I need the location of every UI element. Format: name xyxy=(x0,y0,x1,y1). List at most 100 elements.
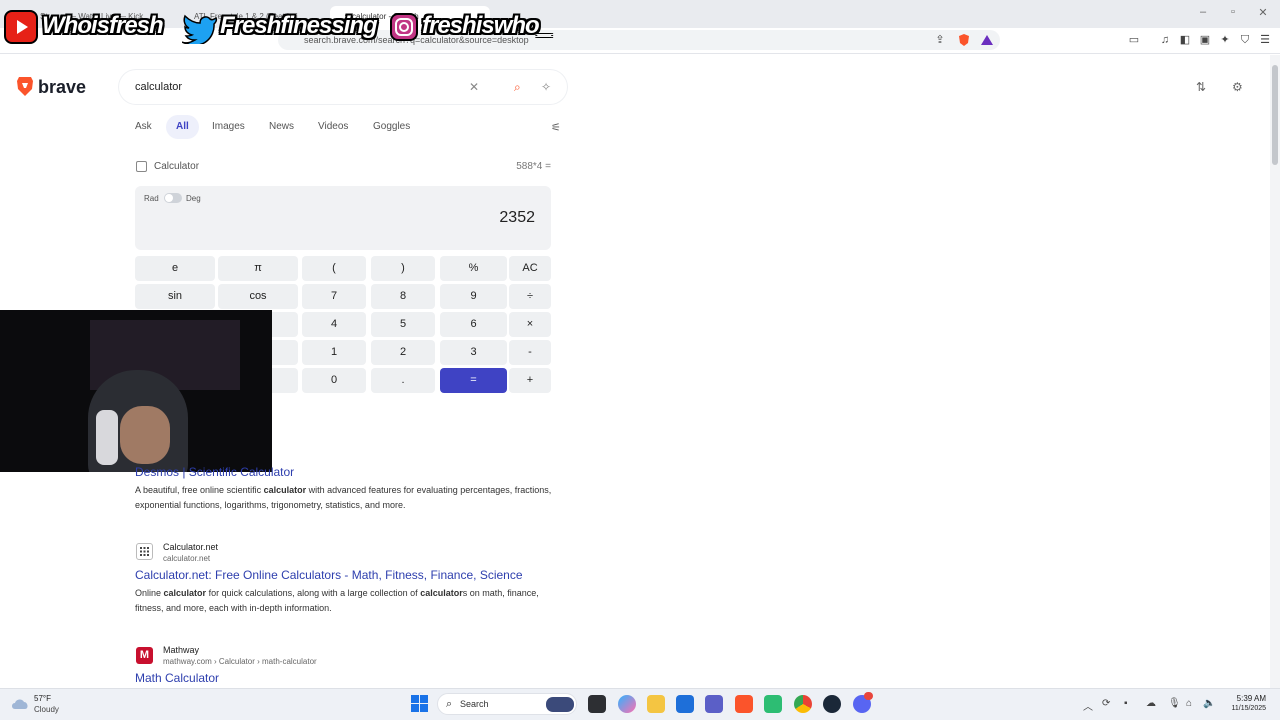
leo-ai-icon[interactable]: ✦ xyxy=(1218,33,1232,47)
teams-icon[interactable] xyxy=(705,695,723,713)
volume-icon[interactable]: 🔈 xyxy=(1203,698,1215,709)
network-icon[interactable]: ⌂ xyxy=(1186,698,1192,709)
calc-key[interactable]: ( xyxy=(302,256,366,281)
reader-icon[interactable]: ◧ xyxy=(1178,33,1192,47)
twitter-icon xyxy=(181,14,218,49)
result-desc-calculator-net: Online calculator for quick calculations… xyxy=(135,588,539,613)
youtube-icon xyxy=(4,10,38,44)
kick-app-icon[interactable] xyxy=(764,695,782,713)
search-icon[interactable]: ⌕ xyxy=(514,80,521,95)
result-title-mathway[interactable]: Math Calculator xyxy=(135,671,219,685)
youtube-handle: Whoisfresh xyxy=(42,12,164,39)
clock-time[interactable]: 5:39 AM xyxy=(1230,694,1266,703)
task-view-icon[interactable] xyxy=(588,695,606,713)
onedrive-icon[interactable]: ☁ xyxy=(1146,698,1156,709)
webcam-overlay xyxy=(0,310,272,472)
calc-key[interactable]: . xyxy=(371,368,435,393)
result-desc-desmos: A beautiful, free online scientific calc… xyxy=(135,485,552,510)
calc-key[interactable]: 0 xyxy=(302,368,366,393)
tab-videos[interactable]: Videos xyxy=(318,121,348,135)
rad-label: Rad xyxy=(144,194,159,203)
vpn-shield-icon[interactable]: ⛉ xyxy=(1238,33,1252,47)
tab-all[interactable]: All xyxy=(176,121,189,135)
brave-lion-icon xyxy=(17,77,33,96)
copilot-icon[interactable] xyxy=(618,695,636,713)
page-scrollbar[interactable] xyxy=(1270,55,1280,688)
tab-images[interactable]: Images xyxy=(212,121,245,135)
wallet-icon[interactable]: ▣ xyxy=(1198,33,1212,47)
calc-key[interactable]: 2 xyxy=(371,340,435,365)
deg-label: Deg xyxy=(186,194,201,203)
calc-key[interactable]: π xyxy=(218,256,298,281)
calc-key[interactable]: sin xyxy=(135,284,215,309)
calc-key[interactable]: % xyxy=(440,256,507,281)
calc-key[interactable]: 1 xyxy=(302,340,366,365)
instagram-handle: freshiswho_ xyxy=(422,12,552,39)
discord-badge xyxy=(864,692,873,700)
search-input[interactable]: calculator ✕ ⌕ ✧ xyxy=(119,70,567,104)
taskbar-search[interactable]: ⌕ Search xyxy=(437,693,577,715)
result-url-mathway[interactable]: mathway.com › Calculator › math-calculat… xyxy=(163,657,317,666)
microphone-icon[interactable]: 🎙 xyxy=(1168,698,1181,709)
calc-key[interactable]: 3 xyxy=(440,340,507,365)
file-explorer-icon[interactable] xyxy=(647,695,665,713)
sidebar-panel-icon[interactable]: ▭ xyxy=(1127,33,1141,47)
music-icon[interactable]: ♫ xyxy=(1158,33,1172,47)
tab-goggles[interactable]: Goggles xyxy=(373,121,410,135)
cloud-weather-icon[interactable] xyxy=(10,695,30,716)
result-title-desmos[interactable]: Desmos | Scientific Calculator xyxy=(135,465,294,479)
search-query: calculator xyxy=(135,81,183,93)
tray-app-icon[interactable]: ▪ xyxy=(1124,698,1128,709)
calc-key[interactable]: 9 xyxy=(440,284,507,309)
twitter-handle: Freshfinessing xyxy=(220,12,378,39)
result-title-calculator-net[interactable]: Calculator.net: Free Online Calculators … xyxy=(135,568,523,582)
calc-key[interactable]: 5 xyxy=(371,312,435,337)
filters-icon[interactable]: ⚟ xyxy=(551,121,561,135)
calc-key[interactable]: ÷ xyxy=(509,284,551,309)
maximize-icon[interactable]: ▫ xyxy=(1223,6,1243,18)
calc-key[interactable]: - xyxy=(509,340,551,365)
sync-icon[interactable]: ⟳ xyxy=(1102,698,1110,709)
calc-key[interactable]: + xyxy=(509,368,551,393)
result-url-calculator-net[interactable]: calculator.net xyxy=(163,554,210,563)
calc-key[interactable]: AC xyxy=(509,256,551,281)
calc-key[interactable]: ) xyxy=(371,256,435,281)
clock-date[interactable]: 11/15/2025 xyxy=(1220,705,1266,712)
minimize-icon[interactable]: – xyxy=(1193,6,1213,18)
scrollbar-thumb[interactable] xyxy=(1272,65,1278,165)
tray-overflow-icon[interactable]: ︿ xyxy=(1083,698,1093,713)
calculator-title: Calculator xyxy=(154,161,200,172)
calc-key[interactable]: 6 xyxy=(440,312,507,337)
calc-key[interactable]: = xyxy=(440,368,507,393)
steam-icon[interactable] xyxy=(823,695,841,713)
settings-gear-icon[interactable]: ⚙ xyxy=(1232,80,1243,94)
calc-key[interactable]: e xyxy=(135,256,215,281)
sort-icon[interactable]: ⇅ xyxy=(1196,80,1206,94)
ask-ai-icon[interactable]: ✧ xyxy=(541,80,551,94)
chrome-icon[interactable] xyxy=(794,695,812,713)
calc-key[interactable]: 8 xyxy=(371,284,435,309)
search-highlight-icon xyxy=(546,697,574,712)
calc-key[interactable]: 4 xyxy=(302,312,366,337)
share-icon[interactable]: ⇪ xyxy=(933,33,947,47)
taskbar-search-icon: ⌕ xyxy=(446,698,453,710)
brave-shields-icon[interactable] xyxy=(957,33,971,47)
hood-print xyxy=(96,410,118,465)
calculator-icon xyxy=(136,161,147,172)
close-window-icon[interactable]: ✕ xyxy=(1253,6,1273,19)
brave-rewards-icon[interactable] xyxy=(980,33,994,47)
calc-key[interactable]: × xyxy=(509,312,551,337)
brave-taskbar-icon[interactable] xyxy=(735,695,753,713)
instagram-icon xyxy=(390,13,418,41)
windows-start-icon[interactable] xyxy=(411,695,428,717)
microsoft-store-icon[interactable] xyxy=(676,695,694,713)
weather-temperature: 57°F xyxy=(34,694,51,703)
result-site-mathway: Mathway xyxy=(163,645,200,655)
calc-key[interactable]: cos xyxy=(218,284,298,309)
rad-deg-toggle[interactable] xyxy=(164,193,182,203)
tab-news[interactable]: News xyxy=(269,121,294,135)
tab-ask[interactable]: Ask xyxy=(135,121,152,135)
menu-icon[interactable]: ☰ xyxy=(1258,33,1272,47)
calc-key[interactable]: 7 xyxy=(302,284,366,309)
clear-icon[interactable]: ✕ xyxy=(469,80,479,94)
